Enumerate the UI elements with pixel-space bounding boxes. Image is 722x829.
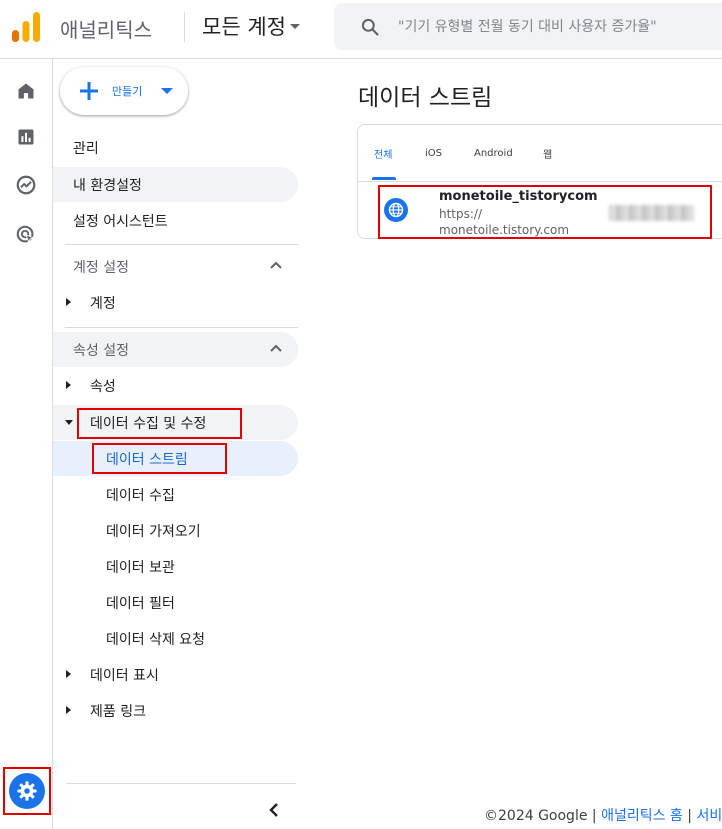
footer-separator: |	[687, 808, 692, 824]
app-name: 애널리틱스	[60, 18, 152, 42]
search-bar[interactable]	[334, 3, 722, 50]
caret-down-icon	[161, 88, 173, 94]
stream-id-redacted	[609, 205, 694, 221]
property-settings-label: 속성 설정	[73, 342, 129, 359]
nav-my-preferences[interactable]: 내 환경설정	[53, 167, 298, 202]
footer-separator: |	[591, 808, 597, 824]
nav-setup-assistant[interactable]: 설정 어시스턴트	[53, 203, 298, 238]
stream-name: monetoile_tistorycom	[439, 189, 598, 204]
analytics-logo-icon[interactable]	[12, 12, 40, 42]
nav-data-collection-label: 데이터 수집 및 수정	[90, 415, 207, 432]
expand-arrow-icon	[66, 298, 71, 306]
nav-admin[interactable]: 관리	[53, 130, 298, 165]
data-streams-card: 전체 iOS Android 웹 monetoile_tistorycom ht…	[357, 124, 722, 239]
nav-divider	[65, 244, 298, 245]
left-rail	[0, 59, 53, 829]
tab-android[interactable]: Android	[474, 125, 513, 181]
chevron-left-icon	[269, 803, 278, 817]
admin-nav: 만들기 관리 내 환경설정 설정 어시스턴트 계정 설정 계정 속성 설정 속성…	[53, 59, 311, 829]
nav-property-settings-header[interactable]: 속성 설정	[53, 332, 298, 367]
nav-product-links-label: 제품 링크	[90, 703, 146, 720]
expand-arrow-icon	[66, 381, 71, 389]
expand-arrow-icon	[66, 706, 71, 714]
rail-advertising-button[interactable]	[10, 219, 42, 251]
nav-account[interactable]: 계정	[53, 285, 298, 320]
account-settings-label: 계정 설정	[73, 259, 129, 276]
advertising-icon	[16, 225, 35, 244]
nav-data-display-label: 데이터 표시	[90, 667, 159, 684]
active-tab-indicator	[372, 177, 396, 180]
nav-data-deletion-requests[interactable]: 데이터 삭제 요청	[53, 621, 298, 656]
page-footer: ©2024 Google | 애널리틱스 홈 | 서비	[484, 805, 722, 825]
collapse-nav-button[interactable]	[262, 798, 286, 822]
chevron-up-icon	[270, 344, 282, 352]
expand-arrow-icon	[66, 670, 71, 678]
nav-data-display[interactable]: 데이터 표시	[53, 657, 298, 692]
nav-property-label: 속성	[90, 378, 116, 395]
rail-reports-button[interactable]	[10, 121, 42, 153]
account-picker[interactable]: 모든 계정	[196, 6, 306, 46]
nav-divider	[65, 327, 298, 328]
tab-ios[interactable]: iOS	[425, 125, 442, 181]
nav-account-label: 계정	[90, 295, 116, 312]
top-bar: 애널리틱스 모든 계정	[0, 0, 722, 59]
stream-row[interactable]: monetoile_tistorycom https:// monetoile.…	[378, 185, 712, 239]
admin-settings-button[interactable]	[3, 767, 51, 815]
account-name: 모든 계정	[202, 15, 286, 39]
page-title: 데이터 스트림	[358, 85, 493, 111]
nav-data-import[interactable]: 데이터 가져오기	[53, 513, 298, 548]
nav-account-settings-header[interactable]: 계정 설정	[53, 249, 298, 284]
tab-all[interactable]: 전체	[374, 125, 392, 181]
nav-data-retention[interactable]: 데이터 보관	[53, 549, 298, 584]
nav-data-streams[interactable]: 데이터 스트림	[53, 441, 298, 476]
create-label: 만들기	[112, 85, 143, 98]
plus-icon	[80, 82, 98, 100]
rail-home-button[interactable]	[10, 75, 42, 107]
create-button[interactable]: 만들기	[60, 67, 188, 115]
nav-data-collection[interactable]: 데이터 수집	[53, 477, 298, 512]
search-icon	[361, 18, 379, 36]
nav-property[interactable]: 속성	[53, 368, 298, 403]
nav-footer-divider	[66, 783, 296, 784]
caret-down-icon	[289, 23, 300, 29]
tab-web[interactable]: 웹	[543, 125, 552, 181]
stream-url: https://	[439, 207, 483, 221]
footer-link-analytics-home[interactable]: 애널리틱스 홈	[601, 808, 683, 824]
stream-tabs: 전체 iOS Android 웹	[358, 125, 722, 182]
rail-explore-button[interactable]	[10, 169, 42, 201]
collapse-arrow-icon	[65, 420, 73, 425]
copyright: ©2024 Google	[484, 808, 588, 824]
nav-product-links[interactable]: 제품 링크	[53, 693, 298, 728]
footer-link-terms[interactable]: 서비	[696, 808, 722, 824]
globe-icon	[384, 198, 408, 222]
nav-data-collection-modification[interactable]: 데이터 수집 및 수정	[53, 405, 298, 440]
explore-icon	[16, 175, 36, 195]
header-divider	[184, 12, 185, 42]
chevron-up-icon	[270, 261, 282, 269]
stream-url: monetoile.tistory.com	[439, 223, 570, 237]
reports-icon	[18, 129, 34, 145]
search-input[interactable]	[398, 3, 722, 50]
gear-icon	[9, 773, 45, 809]
nav-data-filters[interactable]: 데이터 필터	[53, 585, 298, 620]
home-icon	[18, 83, 34, 99]
